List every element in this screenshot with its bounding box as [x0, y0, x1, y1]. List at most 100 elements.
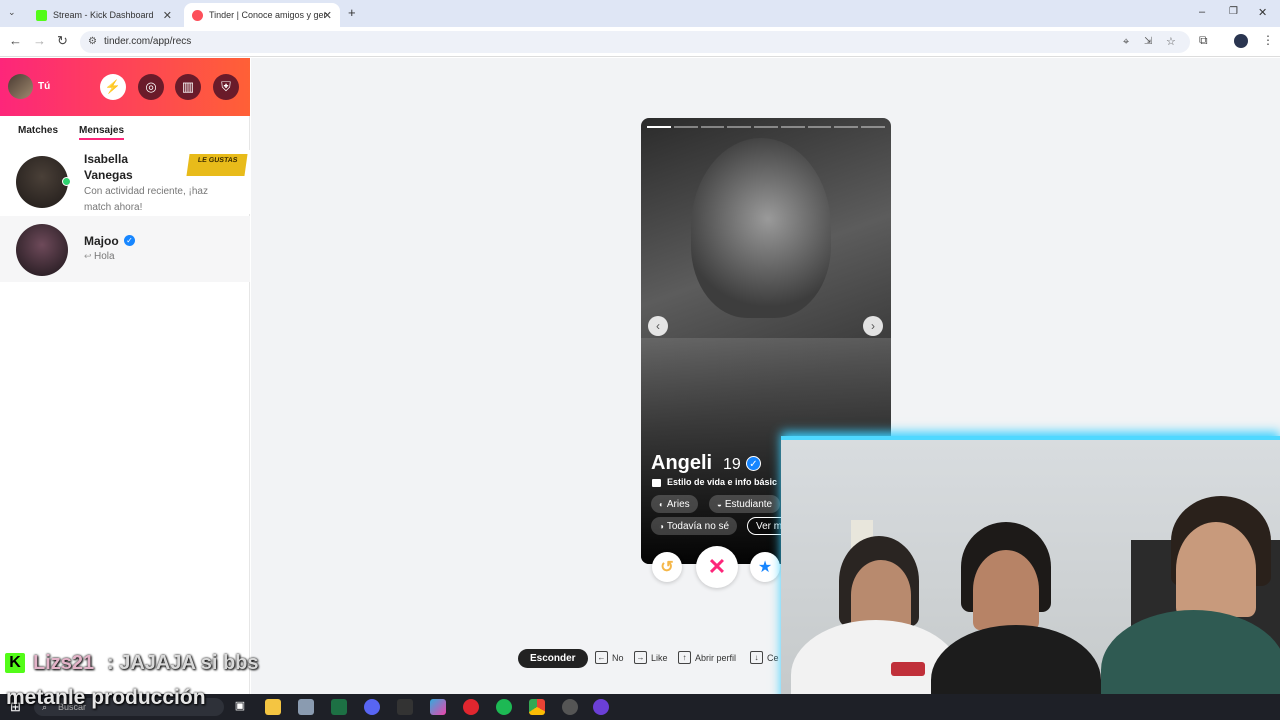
- up-key-icon: ↑: [678, 651, 691, 664]
- shortcut-no: ← No: [595, 651, 624, 664]
- app-icon[interactable]: [298, 699, 314, 715]
- bookmark-star-icon[interactable]: ☆: [1166, 31, 1176, 53]
- prev-photo-chevron-icon[interactable]: ‹: [648, 316, 668, 336]
- reply-arrow-icon: ↩: [84, 251, 92, 261]
- shop-bag-icon[interactable]: ▥: [175, 74, 201, 100]
- obs-icon[interactable]: [593, 699, 609, 715]
- excel-icon[interactable]: [331, 699, 347, 715]
- down-key-icon: ↓: [750, 651, 763, 664]
- stream-caption: metanle producción: [6, 686, 206, 709]
- chrome-icon[interactable]: [529, 699, 545, 715]
- person-face: [1176, 522, 1256, 617]
- tab-kick-dashboard[interactable]: Stream - Kick Dashboard ✕: [28, 3, 180, 27]
- phone: [891, 662, 925, 676]
- profile-avatar-icon[interactable]: [1234, 34, 1248, 48]
- close-window-icon[interactable]: ✕: [1258, 6, 1267, 19]
- hide-shortcuts-button[interactable]: Esconder: [518, 649, 588, 668]
- reload-icon[interactable]: ↻: [57, 33, 68, 49]
- verified-badge-icon: ✓: [746, 456, 761, 471]
- new-tab-button[interactable]: +: [348, 5, 356, 20]
- install-app-icon[interactable]: ⇲: [1144, 31, 1152, 53]
- address-bar-row: ← → ↻ ⚙ tinder.com/app/recs ⌖ ⇲ ☆ ⧉ ⋮: [0, 27, 1280, 57]
- kick-favicon-icon: [36, 9, 47, 21]
- user-avatar[interactable]: [8, 74, 33, 99]
- kick-logo-icon: K: [5, 653, 25, 673]
- minimize-icon[interactable]: –: [1199, 6, 1205, 18]
- task-view-icon[interactable]: ▣: [232, 699, 248, 715]
- shortcut-open-profile: ↑ Abrir perfil: [678, 651, 736, 664]
- likes-you-badge: LE GUSTAS: [186, 154, 248, 176]
- copilot-icon[interactable]: [430, 699, 446, 715]
- verified-badge-icon: ✓: [124, 235, 135, 246]
- url-text: tinder.com/app/recs: [104, 36, 192, 47]
- tab-mensajes[interactable]: Mensajes: [79, 125, 125, 140]
- right-key-icon: →: [634, 651, 647, 664]
- tab-matches[interactable]: Matches: [18, 125, 58, 136]
- shortcut-close: ↓ Ce: [750, 651, 779, 664]
- back-arrow-icon[interactable]: ←: [9, 33, 22, 48]
- photo-progress-segment: [861, 126, 886, 128]
- lifestyle-tag-icon: [652, 479, 661, 487]
- avatar: [16, 224, 68, 276]
- close-tab-icon[interactable]: ✕: [163, 9, 172, 22]
- explore-compass-icon[interactable]: ◎: [138, 74, 164, 100]
- sidebar-header: Tú ⚡ ◎ ▥ ⛨: [0, 58, 250, 116]
- chip-todavia-no-se: ◑ Todavía no sé: [651, 517, 738, 535]
- opera-icon[interactable]: [463, 699, 479, 715]
- conversation-name: Majoo: [84, 234, 119, 248]
- avatar: [16, 156, 68, 208]
- photo-progress-segment: [807, 126, 832, 128]
- user-label[interactable]: Tú: [38, 81, 50, 92]
- discord-icon[interactable]: [364, 699, 380, 715]
- photo-progress-segment: [754, 126, 778, 128]
- photo-progress-segment: [834, 126, 859, 128]
- zodiac-icon: ◐: [659, 499, 664, 509]
- photo-progress-segment: [727, 126, 752, 128]
- epic-games-icon[interactable]: [397, 699, 413, 715]
- profile-photo: [691, 138, 831, 318]
- restore-icon[interactable]: ❐: [1229, 6, 1238, 17]
- conversation-item[interactable]: Isabella Vanegas Con actividad reciente,…: [0, 150, 250, 214]
- photo-progress-bar: [647, 126, 886, 128]
- super-like-button[interactable]: ★: [750, 552, 780, 582]
- photo-progress-segment: [700, 126, 725, 128]
- photo-progress-segment: [780, 126, 805, 128]
- spotify-icon[interactable]: [496, 699, 512, 715]
- next-photo-chevron-icon[interactable]: ›: [863, 316, 883, 336]
- sidebar: Matches Mensajes Isabella Vanegas Con ac…: [0, 116, 250, 694]
- profile-age: 19: [723, 456, 741, 473]
- app-icon[interactable]: [562, 699, 578, 715]
- extensions-icon[interactable]: ⧉: [1199, 33, 1208, 48]
- tab-list-chevron-icon[interactable]: ⌄: [8, 7, 16, 18]
- nope-button[interactable]: ✕: [696, 546, 738, 588]
- safety-shield-icon[interactable]: ⛨: [213, 74, 239, 100]
- forward-arrow-icon[interactable]: →: [33, 33, 46, 48]
- tab-tinder[interactable]: Tinder | Conoce amigos y gent ✕: [184, 3, 340, 27]
- conversation-item[interactable]: Majoo ✓ ↩ Hola: [0, 216, 250, 282]
- photo-progress-segment: [673, 126, 698, 128]
- tab-label: Stream - Kick Dashboard: [53, 10, 154, 20]
- boost-icon[interactable]: ⚡: [100, 74, 126, 100]
- webcam-overlay: [781, 436, 1280, 720]
- conversation-name-line2: Vanegas: [84, 168, 133, 182]
- photo-progress-segment: [647, 126, 671, 128]
- education-icon: ◒: [717, 499, 722, 509]
- conversation-preview: Hola: [94, 251, 115, 262]
- location-icon[interactable]: ⌖: [1123, 31, 1129, 53]
- close-tab-icon[interactable]: ✕: [323, 9, 332, 22]
- chip-estudiante: ◒ Estudiante: [709, 495, 781, 513]
- tab-label: Tinder | Conoce amigos y gent: [209, 10, 327, 20]
- family-plans-icon: ◑: [659, 521, 664, 531]
- lifestyle-section-label: Estilo de vida e info básic: [667, 477, 778, 487]
- person-face: [973, 550, 1039, 630]
- browser-tab-bar: ⌄ Stream - Kick Dashboard ✕ Tinder | Con…: [0, 0, 1280, 27]
- url-field[interactable]: ⚙ tinder.com/app/recs ⌖ ⇲ ☆: [80, 31, 1190, 53]
- site-info-icon[interactable]: ⚙: [88, 31, 97, 53]
- left-key-icon: ←: [595, 651, 608, 664]
- file-explorer-icon[interactable]: [265, 699, 281, 715]
- tinder-favicon-icon: [192, 9, 203, 21]
- browser-menu-icon[interactable]: ⋮: [1262, 33, 1274, 47]
- rewind-button[interactable]: ↺: [652, 552, 682, 582]
- chip-aries: ◐ Aries: [651, 495, 698, 513]
- chat-message: : JAJAJA si bbs: [107, 652, 259, 674]
